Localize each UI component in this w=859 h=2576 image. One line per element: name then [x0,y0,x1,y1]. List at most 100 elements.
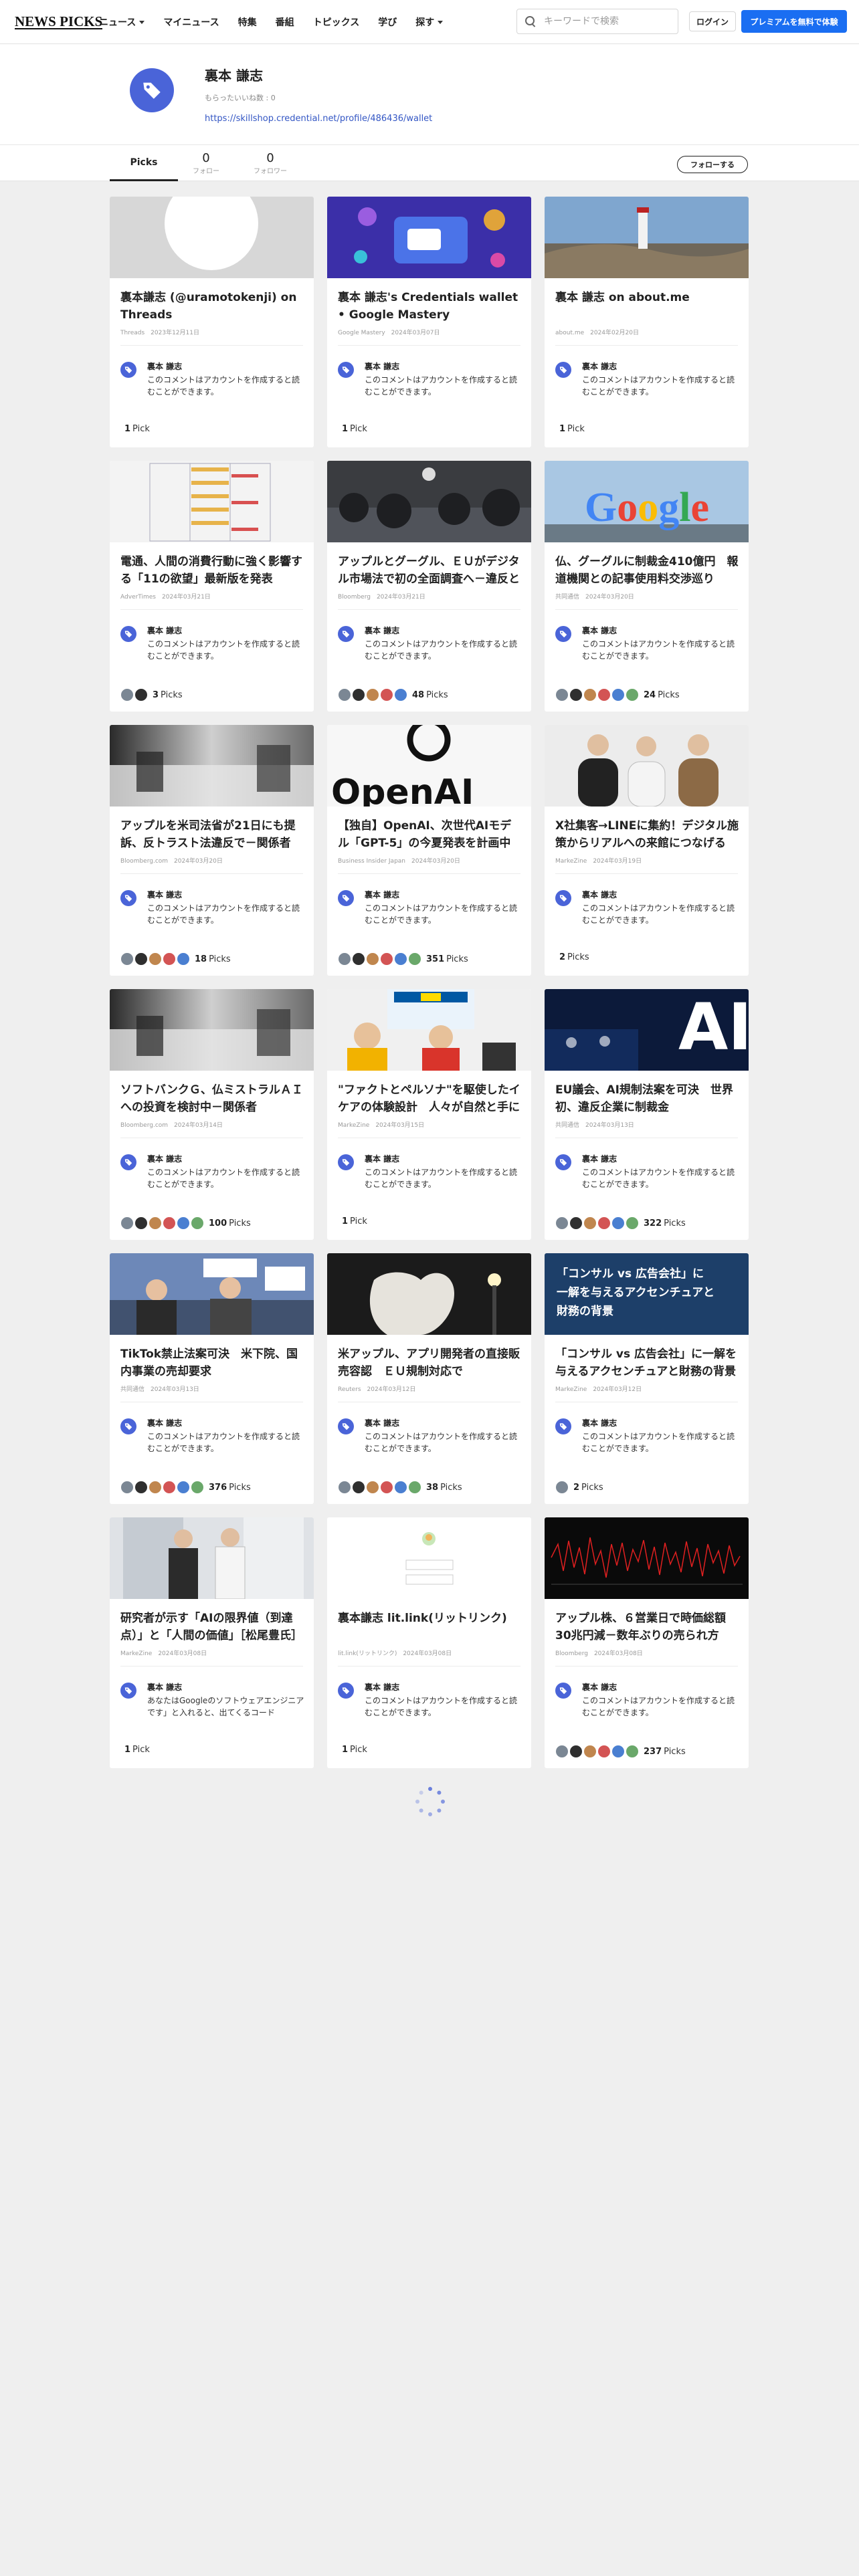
user-avatar[interactable] [611,688,625,702]
tab-picks[interactable]: Picks [110,145,178,181]
article-title[interactable]: 電通、人間の消費行動に強く影響する「11の欲望」最新版を発表 [120,553,304,588]
user-avatar[interactable] [394,688,407,702]
article-title[interactable]: ソフトバンクＧ、仏ミストラルＡＩへの投資を検討中－関係者 [120,1081,304,1116]
user-avatar[interactable] [134,1216,148,1230]
article-title[interactable]: アップルとグーグル、ＥＵがデジタル市場法で初の全面調査へ－違反と判断なら制裁金も [338,553,521,588]
user-avatar[interactable] [366,688,379,702]
user-avatar[interactable] [394,952,407,966]
user-avatar[interactable] [555,1745,569,1758]
user-avatar[interactable] [352,688,365,702]
commenter-avatar[interactable] [555,1418,571,1434]
user-avatar[interactable] [366,952,379,966]
article-thumbnail[interactable] [110,1253,314,1335]
user-avatar[interactable] [366,1481,379,1494]
commenter-name[interactable]: 裏本 謙志 [582,1417,617,1428]
article-thumbnail[interactable] [110,989,314,1071]
pick-card[interactable]: 裏本 謙志 on about.me about.me 2024年02月20日 裏本 … [545,197,749,447]
user-avatar[interactable] [177,1481,190,1494]
user-avatar[interactable] [408,952,421,966]
commenter-name[interactable]: 裏本 謙志 [582,889,617,900]
article-thumbnail[interactable]: 「コンサル vs 広告会社」に 一解を与えるアクセンチュアと 財務の背景 [545,1253,749,1335]
commenter-avatar[interactable] [555,626,571,642]
article-thumbnail[interactable] [327,1517,531,1599]
commenter-avatar[interactable] [338,1418,354,1434]
user-avatar[interactable] [163,1481,176,1494]
user-avatar[interactable] [120,1481,134,1494]
pick-card[interactable]: アップルを米司法省が21日にも提訴、反トラスト法違反で－関係者 Bloomberg… [110,725,314,976]
article-title[interactable]: 裏本謙志 lit.link(リットリンク) [338,1610,521,1644]
pick-card[interactable]: 裏本謙志 lit.link(リットリンク) lit.link(リットリンク) 20… [327,1517,531,1768]
user-avatar[interactable] [597,1216,611,1230]
nav-mynews[interactable]: マイニュース [163,15,219,29]
pick-card[interactable]: Google 仏、グーグルに制裁金410億円 報道機関との記事使用料交渉巡り 共同通… [545,461,749,712]
pick-card[interactable]: AI EU議会、AI規制法案を可決 世界初、違反企業に制裁金 共同通信 2024年0… [545,989,749,1240]
follow-button[interactable]: フォローする [677,156,748,173]
nav-topics[interactable]: トピックス [313,15,360,29]
commenter-name[interactable]: 裏本 謙志 [365,625,399,636]
search-box[interactable] [516,9,678,34]
picks-summary[interactable]: 1 Pick [338,424,367,434]
article-title[interactable]: 仏、グーグルに制裁金410億円 報道機関との記事使用料交渉巡り [555,553,739,588]
commenter-name[interactable]: 裏本 謙志 [365,360,399,372]
article-thumbnail[interactable] [545,725,749,807]
article-thumbnail[interactable] [110,725,314,807]
user-avatar[interactable] [626,1216,639,1230]
user-avatar[interactable] [555,1481,569,1494]
article-thumbnail[interactable]: OpenAI [327,725,531,807]
user-avatar[interactable] [163,952,176,966]
commenter-avatar[interactable] [120,362,136,378]
commenter-avatar[interactable] [555,362,571,378]
article-title[interactable]: アップル株、６営業日で時価総額30兆円減－数年ぶりの売られ方 [555,1610,739,1644]
user-avatar[interactable] [555,688,569,702]
article-title[interactable]: TikTok禁止法案可決 米下院、国内事業の売却要求 [120,1346,304,1380]
pick-card[interactable]: 米アップル、アプリ開発者の直接販売容認 ＥＵ規制対応で Reuters 2024年… [327,1253,531,1504]
article-thumbnail[interactable] [327,461,531,542]
profile-link[interactable]: https://skillshop.credential.net/profile… [205,114,432,124]
article-title[interactable]: 裏本 謙志 on about.me [555,289,739,324]
commenter-name[interactable]: 裏本 謙志 [365,1681,399,1693]
user-avatar[interactable] [191,1481,204,1494]
user-avatar[interactable] [177,952,190,966]
commenter-avatar[interactable] [338,1683,354,1699]
commenter-name[interactable]: 裏本 謙志 [147,360,182,372]
user-avatar[interactable] [569,1745,583,1758]
commenter-name[interactable]: 裏本 謙志 [582,360,617,372]
user-avatar[interactable] [611,1216,625,1230]
picks-summary[interactable]: 1 Pick [338,1216,367,1226]
picks-summary[interactable]: 38 Picks [338,1481,462,1494]
user-avatar[interactable] [597,1745,611,1758]
user-avatar[interactable] [583,1745,597,1758]
commenter-name[interactable]: 裏本 謙志 [147,1417,182,1428]
nav-learn[interactable]: 学び [378,15,397,29]
user-avatar[interactable] [380,952,393,966]
commenter-name[interactable]: 裏本 謙志 [365,1153,399,1164]
user-avatar[interactable] [338,952,351,966]
article-title[interactable]: 【独自】OpenAI、次世代AIモデル「GPT-5」の今夏発表を計画中 [338,817,521,852]
picks-summary[interactable]: 48 Picks [338,688,448,702]
commenter-avatar[interactable] [555,1683,571,1699]
user-avatar[interactable] [583,1216,597,1230]
pick-card[interactable]: 研究者が示す「AIの限界値（到達点）」と「人間の価値」［松尾豊氏］ MarkeZi… [110,1517,314,1768]
login-button[interactable]: ログイン [689,11,736,31]
commenter-avatar[interactable] [338,362,354,378]
pick-card[interactable]: アップルとグーグル、ＥＵがデジタル市場法で初の全面調査へ－違反と判断なら制裁金も… [327,461,531,712]
newspicks-logo[interactable]: NEWS PICKS [15,15,103,29]
nav-features[interactable]: 特集 [238,15,257,29]
article-title[interactable]: アップルを米司法省が21日にも提訴、反トラスト法違反で－関係者 [120,817,304,852]
user-avatar[interactable] [408,1481,421,1494]
article-title[interactable]: X社集客→LINEに集約！デジタル施策からリアルへの来館につなげる [555,817,739,852]
commenter-name[interactable]: 裏本 謙志 [582,1153,617,1164]
followers-stat[interactable]: 0 フォロワー [244,152,297,176]
article-title[interactable]: "ファクトとペルソナ"を駆使したイケアの体験設計 人々が自然と手に取る仕組み [338,1081,521,1116]
user-avatar[interactable] [149,1216,162,1230]
article-thumbnail[interactable] [327,1253,531,1335]
commenter-name[interactable]: 裏本 謙志 [582,625,617,636]
commenter-avatar[interactable] [338,626,354,642]
user-avatar[interactable] [583,688,597,702]
commenter-avatar[interactable] [555,1154,571,1170]
article-thumbnail[interactable] [110,197,314,278]
nav-news[interactable]: ニュース [99,15,145,29]
user-avatar[interactable] [380,688,393,702]
user-avatar[interactable] [149,952,162,966]
commenter-name[interactable]: 裏本 謙志 [365,889,399,900]
